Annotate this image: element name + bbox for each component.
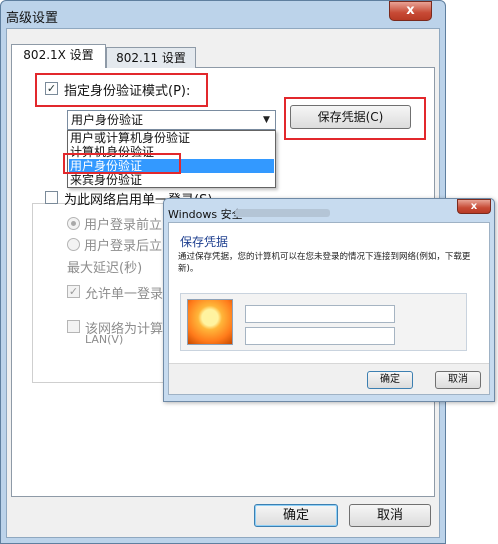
red-highlight-box <box>63 153 181 174</box>
divider <box>169 363 489 364</box>
radio-before-logon[interactable] <box>67 217 80 230</box>
save-credentials-heading: 保存凭据 <box>180 235 229 249</box>
close-button[interactable]: x <box>389 1 432 21</box>
security-dialog-title: Windows 安全 <box>168 208 243 221</box>
radio-after-logon-label: 用户登录后立 <box>84 239 163 254</box>
tab-80211-settings[interactable]: 802.11 设置 <box>106 47 196 68</box>
security-ok-button[interactable]: 确定 <box>367 371 413 389</box>
allow-dialogs-checkbox[interactable]: ✓ <box>67 285 80 298</box>
close-button[interactable]: x <box>457 199 491 214</box>
max-delay-label: 最大延迟(秒) <box>67 261 143 276</box>
dropdown-option-guest[interactable]: 来宾身份验证 <box>69 173 274 187</box>
user-avatar-icon <box>187 299 233 345</box>
dropdown-option-user-or-computer[interactable]: 用户或计算机身份验证 <box>69 131 274 145</box>
username-field[interactable] <box>245 305 395 323</box>
save-credentials-button[interactable]: 保存凭据(C) <box>290 105 411 129</box>
separate-vlan-label-suffix: LAN(V) <box>85 333 124 346</box>
tab-8021x-settings[interactable]: 802.1X 设置 <box>11 44 106 68</box>
cancel-button[interactable]: 取消 <box>349 504 431 527</box>
password-field[interactable] <box>245 327 395 345</box>
auth-mode-select[interactable]: 用户身份验证 <box>67 110 276 130</box>
ok-button[interactable]: 确定 <box>254 504 338 527</box>
allow-dialogs-label: 允许单一登录 <box>85 287 164 302</box>
enable-sso-checkbox[interactable] <box>45 191 58 204</box>
dialog-title: 高级设置 <box>6 11 59 26</box>
security-cancel-button[interactable]: 取消 <box>435 371 481 389</box>
save-credentials-description: 通过保存凭据，您的计算机可以在您未登录的情况下连接到网络(例如，下载更新)。 <box>178 252 471 274</box>
specify-auth-label: 指定身份验证模式(P): <box>64 84 191 99</box>
specify-auth-checkbox[interactable]: ✓ <box>45 82 58 95</box>
blurred-title-text <box>235 209 330 217</box>
chevron-down-icon[interactable]: ▼ <box>259 112 274 128</box>
radio-after-logon[interactable] <box>67 238 80 251</box>
radio-before-logon-label: 用户登录前立 <box>84 218 163 233</box>
separate-vlan-checkbox[interactable] <box>67 320 80 333</box>
